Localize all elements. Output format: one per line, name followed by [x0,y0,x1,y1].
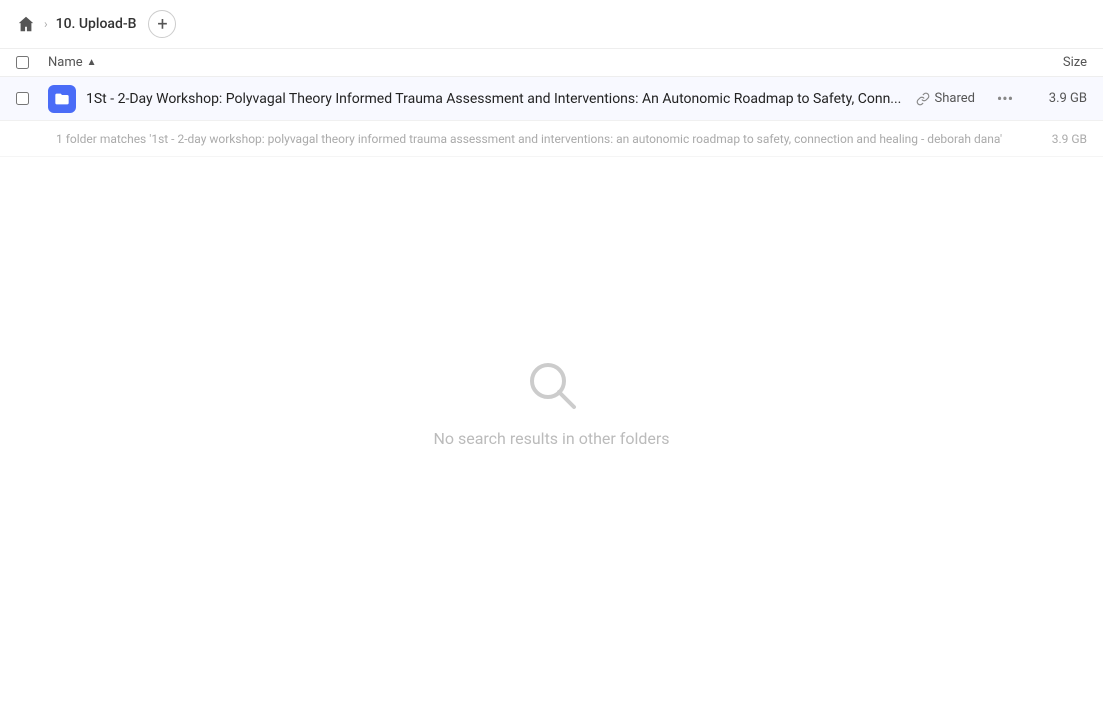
more-options-icon[interactable]: ••• [991,89,1019,108]
no-results-search-icon [524,357,580,413]
add-button[interactable]: + [148,10,176,38]
shared-label: Shared [916,91,975,106]
breadcrumb-folder[interactable]: 10. Upload-B [56,16,137,32]
file-size: 3.9 GB [1027,91,1087,106]
size-column-header[interactable]: Size [1007,55,1087,70]
select-all-checkbox[interactable] [16,56,48,69]
link-icon [916,92,930,106]
breadcrumb-bar: › 10. Upload-B + [0,0,1103,49]
match-text: 1 folder matches '1st - 2-day workshop: … [56,132,1027,146]
file-checkbox-input[interactable] [16,92,29,105]
sort-indicator: ▲ [87,57,97,68]
shared-text: Shared [935,91,975,106]
match-size: 3.9 GB [1027,132,1087,146]
breadcrumb-separator: › [44,17,48,31]
column-headers: Name ▲ Size [0,49,1103,77]
file-row[interactable]: 1St - 2-Day Workshop: Polyvagal Theory I… [0,77,1103,121]
name-column-header[interactable]: Name ▲ [48,55,1007,70]
empty-state: No search results in other folders [0,157,1103,448]
match-row: 1 folder matches '1st - 2-day workshop: … [0,121,1103,157]
home-icon[interactable] [16,14,36,34]
file-row-checkbox[interactable] [16,92,48,105]
file-name: 1St - 2-Day Workshop: Polyvagal Theory I… [86,91,916,107]
folder-icon [48,85,76,113]
select-all-input[interactable] [16,56,29,69]
no-results-message: No search results in other folders [433,429,669,448]
name-label: Name [48,55,83,70]
